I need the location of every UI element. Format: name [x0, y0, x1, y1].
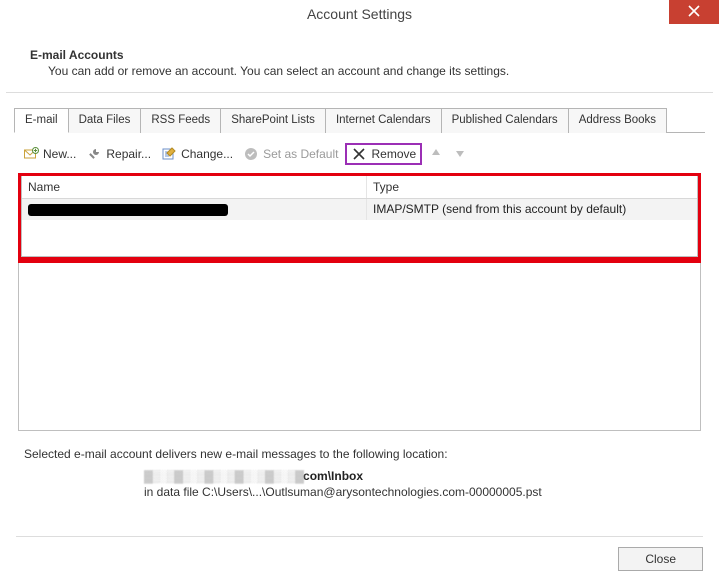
selected-account-caption: Selected e-mail account delivers new e-m…: [14, 431, 705, 469]
new-button[interactable]: New...: [20, 144, 79, 164]
redacted-name: [28, 204, 228, 216]
window-title: Account Settings: [0, 0, 719, 22]
tab-label: SharePoint Lists: [231, 114, 315, 126]
check-circle-icon: [243, 146, 259, 162]
list-empty-area: [18, 263, 701, 431]
redacted-location-prefix: ▓▒░▒▓▒░▒▓▒░▒▓▒░▒▓▒░▒▓: [144, 469, 303, 483]
move-down-button: [450, 147, 470, 162]
location-suffix: com\Inbox: [303, 469, 363, 483]
tab-internet-calendars[interactable]: Internet Calendars: [325, 108, 442, 133]
table-row[interactable]: IMAP/SMTP (send from this account by def…: [22, 199, 697, 220]
tab-label: RSS Feeds: [151, 114, 210, 126]
button-label: Close: [645, 552, 676, 566]
tab-data-files[interactable]: Data Files: [68, 108, 142, 133]
button-label: Remove: [371, 147, 416, 161]
toolbar: New... Repair... Change... Set as Defaul…: [14, 133, 705, 171]
tab-published-calendars[interactable]: Published Calendars: [441, 108, 569, 133]
new-mail-icon: [23, 146, 39, 162]
divider: [6, 92, 713, 93]
tabstrip: E-mail Data Files RSS Feeds SharePoint L…: [14, 107, 705, 133]
close-button[interactable]: Close: [618, 547, 703, 571]
tab-label: Address Books: [579, 114, 656, 126]
change-icon: [161, 146, 177, 162]
intro-heading: E-mail Accounts: [30, 48, 689, 62]
cell-type: IMAP/SMTP (send from this account by def…: [367, 199, 697, 220]
tab-label: Published Calendars: [452, 114, 558, 126]
tab-label: E-mail: [25, 114, 58, 126]
account-list-highlight: Name Type IMAP/SMTP (send from this acco…: [18, 173, 701, 260]
intro-text: You can add or remove an account. You ca…: [30, 64, 689, 78]
move-up-button: [426, 147, 446, 162]
change-button[interactable]: Change...: [158, 144, 236, 164]
repair-button[interactable]: Repair...: [83, 144, 154, 164]
remove-button[interactable]: Remove: [345, 143, 422, 165]
tab-address-books[interactable]: Address Books: [568, 108, 667, 133]
button-label: Change...: [181, 147, 233, 161]
footer: Close: [16, 536, 703, 571]
button-label: Repair...: [106, 147, 151, 161]
close-icon: [688, 5, 700, 20]
tab-sharepoint-lists[interactable]: SharePoint Lists: [220, 108, 326, 133]
cell-name: [22, 199, 367, 220]
tab-rss-feeds[interactable]: RSS Feeds: [140, 108, 221, 133]
set-default-button: Set as Default: [240, 144, 341, 164]
delivery-location-line1: ▓▒░▒▓▒░▒▓▒░▒▓▒░▒▓▒░▒▓com\Inbox: [14, 469, 705, 483]
button-label: New...: [43, 147, 76, 161]
button-label: Set as Default: [263, 147, 338, 161]
titlebar: Account Settings: [0, 0, 719, 34]
tab-label: Data Files: [79, 114, 131, 126]
column-name[interactable]: Name: [22, 176, 367, 198]
list-header: Name Type: [22, 176, 697, 199]
column-type[interactable]: Type: [367, 176, 697, 198]
repair-icon: [86, 146, 102, 162]
remove-icon: [351, 146, 367, 162]
tab-label: Internet Calendars: [336, 114, 431, 126]
tab-email[interactable]: E-mail: [14, 108, 69, 133]
intro-block: E-mail Accounts You can add or remove an…: [0, 34, 719, 84]
account-settings-window: Account Settings E-mail Accounts You can…: [0, 0, 719, 583]
account-list: Name Type IMAP/SMTP (send from this acco…: [21, 176, 698, 257]
delivery-location-line2: in data file C:\Users\...\Outlsuman@arys…: [14, 485, 705, 499]
window-close-button[interactable]: [669, 0, 719, 24]
